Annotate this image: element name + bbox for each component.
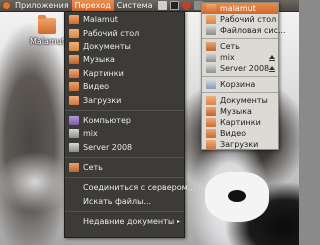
desktop-icon-home[interactable]: Malamut xyxy=(30,15,65,46)
eject-icon[interactable] xyxy=(269,66,275,72)
menu-item-label: Malamut xyxy=(83,15,118,25)
menu-separator xyxy=(202,38,278,39)
computer-icon xyxy=(69,115,79,125)
pictures-folder-icon xyxy=(69,68,79,78)
network-icon xyxy=(206,42,216,51)
menu-item-label: Картинки xyxy=(220,118,261,127)
menu-item-label: Файловая сис... xyxy=(220,26,286,35)
submenu-item-server-2008[interactable]: Server 2008 xyxy=(202,63,278,74)
menu-separator xyxy=(65,177,184,179)
menu-separator xyxy=(65,211,184,213)
distro-logo-icon xyxy=(2,1,11,10)
menu-item-label: malamut xyxy=(220,4,256,13)
videos-folder-icon xyxy=(206,129,216,138)
menu-separator xyxy=(65,156,184,158)
system-menu[interactable]: Система xyxy=(114,0,156,12)
network-icon xyxy=(69,163,79,173)
places-menu[interactable]: Переход xyxy=(71,0,114,12)
menu-item-label: Компьютер xyxy=(83,115,131,125)
places-item-connect-to-server[interactable]: Соединиться с сервером... xyxy=(65,181,195,194)
menu-item-label: mix xyxy=(220,53,235,62)
submenu-item-pictures[interactable]: Картинки xyxy=(202,117,278,128)
desktop-icon-label: Malamut xyxy=(30,37,65,46)
home-folder-icon xyxy=(206,4,216,13)
desktop-folder-icon xyxy=(206,15,216,24)
home-folder-icon xyxy=(38,15,56,34)
trash-icon xyxy=(206,80,216,89)
places-item-home[interactable]: Malamut xyxy=(65,13,184,26)
submenu-item-mix[interactable]: mix xyxy=(202,52,278,63)
menu-item-label: Искать файлы... xyxy=(83,196,152,206)
menu-item-label: Server 2008 xyxy=(220,64,270,73)
submenu-item-music[interactable]: Музыка xyxy=(202,106,278,117)
places-item-recent-documents[interactable]: Недавние документы ▸ xyxy=(65,215,184,228)
menu-item-label: mix xyxy=(83,129,98,139)
drive-icon xyxy=(206,53,216,62)
submenu-item-filesystem[interactable]: Файловая сис... xyxy=(202,25,286,36)
menu-item-label: Рабочий стол xyxy=(83,28,140,38)
desktop-folder-icon xyxy=(69,28,79,38)
places-item-network[interactable]: Сеть xyxy=(65,161,184,174)
videos-folder-icon xyxy=(69,82,79,92)
menu-item-label: Сеть xyxy=(83,163,103,173)
menu-item-label: Музыка xyxy=(83,55,115,65)
submenu-arrow-icon: ▸ xyxy=(176,218,180,226)
submenu-item-documents[interactable]: Документы xyxy=(202,95,278,106)
documents-folder-icon xyxy=(69,41,79,51)
menu-item-label: Документы xyxy=(83,41,131,51)
submenu-item-desktop[interactable]: Рабочий стол xyxy=(202,14,278,25)
menu-separator xyxy=(202,76,278,77)
drive-icon xyxy=(206,64,216,73)
menu-item-label: Соединиться с сервером... xyxy=(83,183,196,193)
music-folder-icon xyxy=(69,55,79,65)
drive-icon xyxy=(69,129,79,139)
documents-folder-icon xyxy=(206,96,216,105)
drive-icon xyxy=(69,142,79,152)
browser-launcher-icon[interactable] xyxy=(158,1,168,10)
menu-item-label: Недавние документы xyxy=(83,217,175,227)
places-item-mix[interactable]: mix xyxy=(65,127,184,140)
menu-separator xyxy=(65,109,184,111)
menu-item-label: Сеть xyxy=(220,42,240,51)
places-item-pictures[interactable]: Картинки xyxy=(65,67,184,80)
menu-item-label: Музыка xyxy=(220,107,252,116)
menu-item-label: Документы xyxy=(220,96,268,105)
places-item-documents[interactable]: Документы xyxy=(65,40,184,53)
eject-icon[interactable] xyxy=(269,55,275,61)
menu-item-label: Видео xyxy=(220,129,247,138)
menu-item-label: Загрузки xyxy=(83,95,122,105)
terminal-launcher-icon[interactable] xyxy=(170,1,180,10)
pictures-folder-icon xyxy=(206,118,216,127)
menu-item-label: Рабочий стол xyxy=(220,15,277,24)
submenu-item-malamut[interactable]: malamut xyxy=(202,3,278,14)
submenu-item-downloads[interactable]: Загрузки xyxy=(202,139,278,150)
app-launcher-icon[interactable] xyxy=(182,1,192,10)
menu-item-label: Корзина xyxy=(220,80,256,89)
places-submenu: malamut Рабочий стол Файловая сис... Сет… xyxy=(201,2,286,150)
places-item-videos[interactable]: Видео xyxy=(65,80,184,93)
home-folder-icon xyxy=(69,15,79,25)
menu-item-label: Картинки xyxy=(83,68,124,78)
places-item-computer[interactable]: Компьютер xyxy=(65,114,184,127)
submenu-item-videos[interactable]: Видео xyxy=(202,128,278,139)
menu-item-label: Видео xyxy=(83,82,110,92)
places-item-desktop[interactable]: Рабочий стол xyxy=(65,26,184,39)
menu-item-label: Server 2008 xyxy=(83,142,133,152)
downloads-folder-icon xyxy=(69,95,79,105)
places-item-search-files[interactable]: Искать файлы... xyxy=(65,195,184,208)
downloads-folder-icon xyxy=(206,140,216,149)
filesystem-icon xyxy=(206,26,216,35)
applications-menu[interactable]: Приложения xyxy=(12,0,72,12)
places-item-server-2008[interactable]: Server 2008 xyxy=(65,141,184,154)
submenu-item-network[interactable]: Сеть xyxy=(202,41,278,52)
places-dropdown-menu: Malamut Рабочий стол Документы Музыка Ка… xyxy=(64,11,195,238)
menu-item-label: Загрузки xyxy=(220,140,259,149)
submenu-item-trash[interactable]: Корзина xyxy=(202,79,278,90)
places-item-music[interactable]: Музыка xyxy=(65,53,184,66)
wallpaper-dog-nose xyxy=(228,190,246,202)
places-item-downloads[interactable]: Загрузки xyxy=(65,93,184,106)
menu-separator xyxy=(202,92,278,93)
music-folder-icon xyxy=(206,107,216,116)
